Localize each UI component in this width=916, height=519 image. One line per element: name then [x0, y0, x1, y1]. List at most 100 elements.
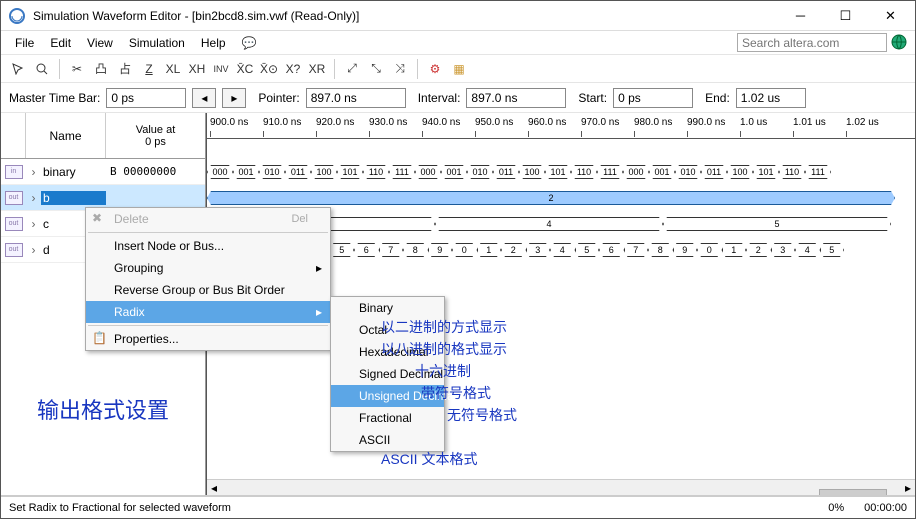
- zoom-tool-icon[interactable]: [31, 58, 53, 80]
- ruler-tick: 1.02 us: [846, 117, 879, 128]
- snap-left-icon[interactable]: ⤢: [341, 58, 363, 80]
- maximize-button[interactable]: ☐: [823, 2, 868, 30]
- waveform-value: 100: [311, 165, 337, 179]
- menu-simulation[interactable]: Simulation: [121, 34, 193, 52]
- waveform-value: 110: [363, 165, 389, 179]
- waveform-value: 1: [477, 243, 502, 257]
- master-time-label: Master Time Bar:: [9, 91, 100, 105]
- properties-icon: 📋: [92, 331, 108, 347]
- separator: [334, 59, 335, 79]
- ctx-grouping[interactable]: Grouping▸: [86, 257, 330, 279]
- radix-hex[interactable]: Hexadecimal: [331, 341, 444, 363]
- signal-value: B 00000000: [106, 165, 205, 178]
- ruler-tick: 1.0 us: [740, 117, 767, 128]
- run-sim-icon[interactable]: ▦: [448, 58, 470, 80]
- waveform-value: 9: [428, 243, 453, 257]
- search-input[interactable]: [737, 33, 887, 52]
- end-label: End:: [705, 91, 730, 105]
- end-input[interactable]: [736, 88, 806, 108]
- forcing-low-icon[interactable]: 凸: [90, 58, 112, 80]
- high-impedance-icon[interactable]: Z: [138, 58, 160, 80]
- forcing-high-icon[interactable]: 占: [114, 58, 136, 80]
- waveform-value: 8: [648, 243, 673, 257]
- random-value-icon[interactable]: XR: [306, 58, 328, 80]
- col-value-header[interactable]: Value at 0 ps: [106, 113, 205, 158]
- ctx-properties[interactable]: 📋 Properties...: [86, 328, 330, 350]
- waveform-value: 7: [379, 243, 404, 257]
- waveform-value: 011: [285, 165, 311, 179]
- menu-view[interactable]: View: [79, 34, 121, 52]
- close-button[interactable]: ✕: [868, 2, 913, 30]
- expand-icon[interactable]: ›: [26, 165, 41, 179]
- radix-binary[interactable]: Binary: [331, 297, 444, 319]
- ctx-radix[interactable]: Radix▸: [86, 301, 330, 323]
- waveform-value: 111: [805, 165, 831, 179]
- horizontal-scrollbar[interactable]: ◂ ▸: [207, 479, 915, 495]
- expand-icon[interactable]: ›: [26, 217, 41, 231]
- pointer-input[interactable]: [306, 88, 406, 108]
- invert-icon[interactable]: INV: [210, 58, 232, 80]
- waveform-value: 9: [673, 243, 698, 257]
- menu-file[interactable]: File: [7, 34, 42, 52]
- radix-fractional[interactable]: Fractional: [331, 407, 444, 429]
- globe-icon[interactable]: [891, 34, 909, 52]
- ctx-insert-node[interactable]: Insert Node or Bus...: [86, 235, 330, 257]
- waveform-value: 6: [354, 243, 379, 257]
- output-bus-icon: out: [5, 217, 23, 231]
- toolbar: ✂ 凸 占 Z XL XH INV X̄C X̄⊙ X? XR ⤢ ⤡ ⤨ ⚙ …: [1, 55, 915, 83]
- waveform-value: 110: [571, 165, 597, 179]
- sim-settings-icon[interactable]: ⚙: [424, 58, 446, 80]
- radix-octal[interactable]: Octal: [331, 319, 444, 341]
- arb-value-icon[interactable]: X?: [282, 58, 304, 80]
- ruler-tick: 930.0 ns: [369, 117, 407, 128]
- snap-right-icon[interactable]: ⤡: [365, 58, 387, 80]
- waveform-value: 3: [771, 243, 796, 257]
- expand-icon[interactable]: ›: [26, 191, 41, 205]
- count-value-icon[interactable]: X̄C: [234, 58, 256, 80]
- waveform-value: 5: [330, 243, 355, 257]
- waveform-value: 101: [545, 165, 571, 179]
- signal-row[interactable]: in › binary B 00000000: [1, 159, 205, 185]
- minimize-button[interactable]: ─: [778, 2, 823, 30]
- signal-name: b: [41, 191, 106, 205]
- ruler-tick: 980.0 ns: [634, 117, 672, 128]
- pointer-tool-icon[interactable]: [7, 58, 29, 80]
- waveform-value: 101: [337, 165, 363, 179]
- titlebar: Simulation Waveform Editor - [bin2bcd8.s…: [1, 1, 915, 31]
- expand-icon[interactable]: ›: [26, 243, 41, 257]
- master-time-input[interactable]: [106, 88, 186, 108]
- forcing-unknown-icon[interactable]: ✂: [66, 58, 88, 80]
- waveform-value: 101: [753, 165, 779, 179]
- waveform-value: 4: [435, 217, 663, 231]
- separator: [59, 59, 60, 79]
- interval-input[interactable]: [466, 88, 566, 108]
- menu-help[interactable]: Help: [193, 34, 234, 52]
- weak-low-icon[interactable]: XL: [162, 58, 184, 80]
- ctx-reverse[interactable]: Reverse Group or Bus Bit Order: [86, 279, 330, 301]
- prev-transition-button[interactable]: ◂: [192, 88, 216, 108]
- radix-signed[interactable]: Signed Decimal: [331, 363, 444, 385]
- col-name-header[interactable]: Name: [26, 113, 106, 158]
- waveform-value: 000: [207, 165, 233, 179]
- weak-high-icon[interactable]: XH: [186, 58, 208, 80]
- waveform-value: 2: [746, 243, 771, 257]
- waveform-value: 001: [649, 165, 675, 179]
- separator: [88, 232, 328, 233]
- ruler-tick: 910.0 ns: [263, 117, 301, 128]
- separator: [417, 59, 418, 79]
- waveform-value: 011: [493, 165, 519, 179]
- waveform-value: 0: [697, 243, 722, 257]
- snap-transition-icon[interactable]: ⤨: [389, 58, 411, 80]
- menu-extra-icon[interactable]: 💬: [234, 34, 265, 52]
- waveform-value: 6: [599, 243, 624, 257]
- start-input[interactable]: [613, 88, 693, 108]
- output-bus-icon: out: [5, 191, 23, 205]
- overwrite-clock-icon[interactable]: X̄⊙: [258, 58, 280, 80]
- context-menu: ✖ DeleteDel Insert Node or Bus... Groupi…: [85, 207, 331, 351]
- ruler-tick: 960.0 ns: [528, 117, 566, 128]
- radix-ascii[interactable]: ASCII: [331, 429, 444, 451]
- menu-edit[interactable]: Edit: [42, 34, 79, 52]
- next-transition-button[interactable]: ▸: [222, 88, 246, 108]
- radix-unsigned[interactable]: Unsigned Decimal: [331, 385, 444, 407]
- waveform-value: 5: [820, 243, 845, 257]
